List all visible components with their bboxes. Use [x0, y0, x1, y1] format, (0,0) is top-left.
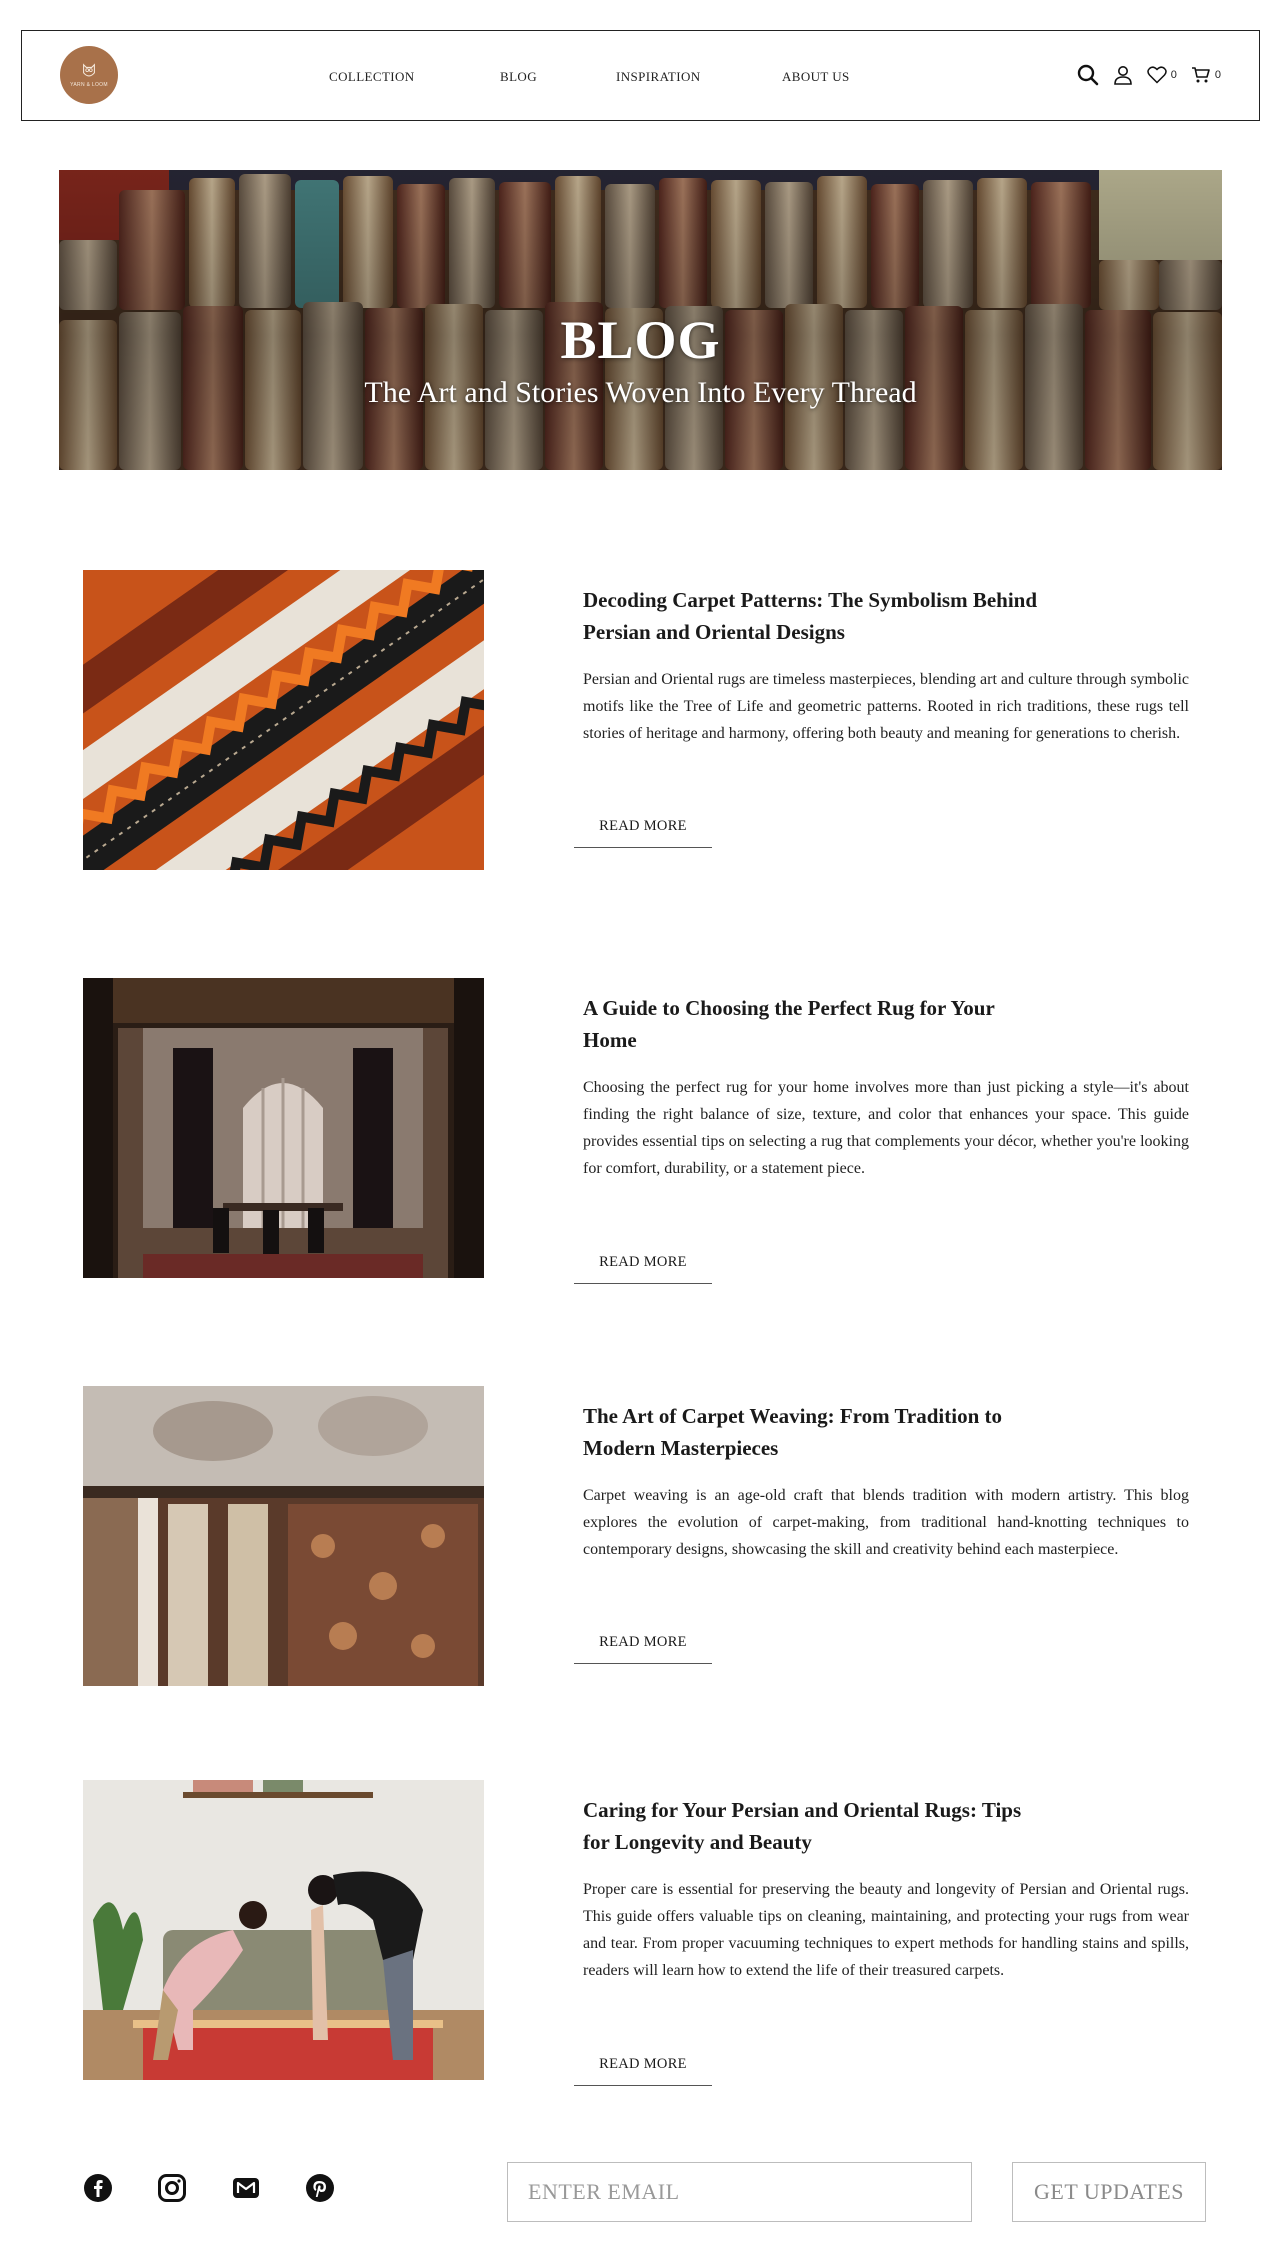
- post-title[interactable]: Caring for Your Persian and Oriental Rug…: [583, 1794, 1043, 1858]
- hero-title: BLOG: [560, 310, 721, 370]
- mail-icon[interactable]: [231, 2173, 261, 2203]
- post-excerpt: Choosing the perfect rug for your home i…: [583, 1079, 1189, 1177]
- get-updates-button[interactable]: GET UPDATES: [1012, 2162, 1206, 2222]
- hero-banner: BLOG The Art and Stories Woven Into Ever…: [59, 170, 1222, 470]
- blog-post: Decoding Carpet Patterns: The Symbolism …: [83, 570, 1193, 870]
- read-more-button[interactable]: READ MORE: [574, 1628, 712, 1664]
- nav-collection[interactable]: COLLECTION: [329, 69, 415, 85]
- search-button[interactable]: [1077, 64, 1099, 86]
- instagram-icon[interactable]: [157, 2173, 187, 2203]
- post-image[interactable]: [83, 1780, 484, 2080]
- read-more-button[interactable]: READ MORE: [574, 2050, 712, 2086]
- post-image[interactable]: [83, 570, 484, 870]
- post-excerpt: Proper care is essential for preserving …: [583, 1881, 1189, 1979]
- hero-subtitle: The Art and Stories Woven Into Every Thr…: [364, 376, 917, 409]
- wishlist-count: 0: [1170, 69, 1177, 81]
- cart-icon: [1191, 67, 1210, 83]
- kilim-pattern-image: [83, 570, 484, 870]
- post-image[interactable]: [83, 1386, 484, 1686]
- site-header: YARN & LOOM COLLECTION BLOG INSPIRATION …: [21, 30, 1260, 121]
- cart-button[interactable]: 0: [1191, 66, 1221, 84]
- pinterest-icon[interactable]: [305, 2173, 335, 2203]
- blog-post: The Art of Carpet Weaving: From Traditio…: [83, 1386, 1193, 1686]
- post-title[interactable]: The Art of Carpet Weaving: From Traditio…: [583, 1400, 1043, 1464]
- social-links: [83, 2173, 335, 2203]
- facebook-icon[interactable]: [83, 2173, 113, 2203]
- nav-inspiration[interactable]: INSPIRATION: [616, 69, 701, 85]
- blog-post: A Guide to Choosing the Perfect Rug for …: [83, 978, 1193, 1284]
- cart-count: 0: [1214, 69, 1221, 81]
- read-more-button[interactable]: READ MORE: [574, 812, 712, 848]
- nav-blog[interactable]: BLOG: [500, 69, 537, 85]
- post-excerpt: Persian and Oriental rugs are timeless m…: [583, 671, 1189, 742]
- main-nav: COLLECTION BLOG INSPIRATION ABOUT US: [22, 31, 1259, 120]
- heart-icon: [1147, 66, 1167, 84]
- post-image[interactable]: [83, 978, 484, 1278]
- blog-post: Caring for Your Persian and Oriental Rug…: [83, 1780, 1193, 2086]
- post-title[interactable]: Decoding Carpet Patterns: The Symbolism …: [583, 584, 1043, 648]
- nav-about-us[interactable]: ABOUT US: [782, 69, 850, 85]
- account-button[interactable]: [1113, 65, 1133, 85]
- dining-room-image: [83, 978, 484, 1278]
- wishlist-button[interactable]: 0: [1147, 66, 1177, 84]
- user-icon: [1113, 66, 1132, 85]
- carpet-weaving-image: [83, 1386, 484, 1686]
- living-room-yoga-image: [83, 1780, 484, 2080]
- post-excerpt: Carpet weaving is an age-old craft that …: [583, 1487, 1189, 1558]
- email-input[interactable]: [507, 2162, 972, 2222]
- post-title[interactable]: A Guide to Choosing the Perfect Rug for …: [583, 992, 1043, 1056]
- read-more-button[interactable]: READ MORE: [574, 1248, 712, 1284]
- search-icon: [1077, 64, 1099, 86]
- header-icons: 0 0: [1077, 64, 1221, 86]
